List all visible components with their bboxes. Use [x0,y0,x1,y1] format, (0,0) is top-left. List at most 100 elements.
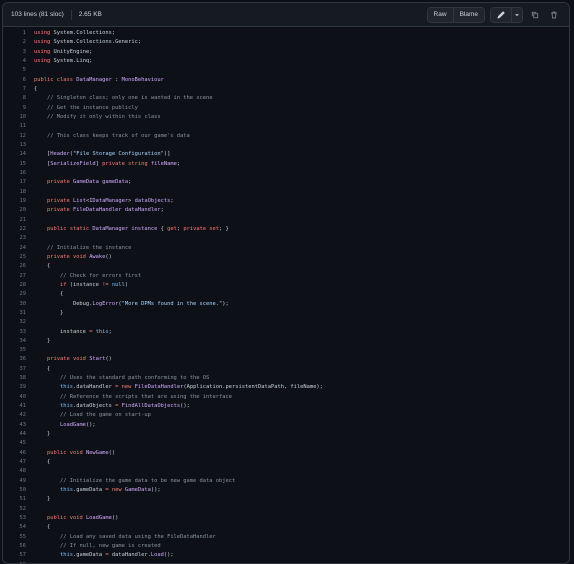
line-number[interactable]: 8 [3,94,26,103]
line-number[interactable]: 54 [3,523,27,532]
line-number[interactable]: 45 [3,439,27,448]
line-number[interactable]: 27 [3,272,27,281]
code-token: System.Collections; [53,30,116,36]
code-token: "More DPMs found in the scene." [121,300,223,307]
pencil-icon[interactable] [491,7,511,22]
line-number[interactable]: 3 [3,48,26,57]
line-number[interactable]: 46 [3,449,27,458]
code-line: 15 [SerializeField] private string fileN… [3,160,569,169]
line-number[interactable]: 31 [3,309,27,318]
line-number[interactable]: 17 [3,178,27,187]
line-number[interactable]: 37 [3,365,27,374]
code-token: (); [150,487,161,494]
line-number[interactable]: 16 [3,169,27,178]
line-number[interactable]: 15 [3,160,27,169]
blame-button[interactable]: Blame [452,7,484,22]
copy-icon[interactable] [528,8,542,22]
line-number[interactable]: 48 [3,467,27,476]
line-code: // Load the game on start-up [26,411,151,420]
line-number[interactable]: 25 [3,253,27,262]
line-number[interactable]: 35 [3,346,27,355]
code-token: List [72,197,86,204]
line-number[interactable]: 29 [3,290,27,299]
code-token: LoadGame [85,515,112,522]
line-number[interactable]: 41 [3,402,27,411]
code-token: Start [89,356,106,363]
line-code: // Singleton class; only one is wanted i… [26,94,213,103]
line-number[interactable]: 39 [3,383,27,392]
line-number[interactable]: 44 [3,430,27,439]
code-token: "File Storage Configuration" [72,151,164,158]
code-token: this [59,403,73,410]
chevron-down-icon[interactable] [511,7,522,22]
line-number[interactable]: 57 [3,551,27,560]
line-number[interactable]: 12 [3,132,27,141]
line-number[interactable]: 33 [3,328,27,337]
line-number[interactable]: 22 [3,225,27,234]
trash-icon[interactable] [547,8,561,22]
line-number[interactable]: 18 [3,188,27,197]
line-number[interactable]: 24 [3,244,27,253]
line-number[interactable]: 36 [3,355,27,364]
line-number[interactable]: 55 [3,533,27,542]
line-number[interactable]: 2 [3,38,26,47]
line-number[interactable]: 6 [3,76,26,85]
line-number[interactable]: 23 [3,234,27,243]
line-number[interactable]: 1 [3,29,26,38]
code-token: { [157,225,168,232]
line-number[interactable]: 14 [3,150,27,159]
line-number[interactable]: 20 [3,206,27,215]
line-number[interactable]: 53 [3,514,27,523]
line-number[interactable]: 10 [3,113,27,122]
line-number[interactable]: 28 [3,281,27,290]
code-token: SerializeField [50,160,96,167]
code-line: 23 [3,234,569,243]
line-number[interactable]: 32 [3,318,27,327]
raw-button[interactable]: Raw [427,7,453,22]
line-number[interactable]: 4 [3,57,26,66]
line-number[interactable]: 56 [3,542,27,551]
code-line: 37 { [3,365,569,374]
code-token: FileDataHandler [134,384,184,391]
line-number[interactable]: 7 [3,85,26,94]
code-token: // Check for errors first [59,272,142,279]
line-number[interactable]: 49 [3,477,27,486]
line-number[interactable]: 40 [3,393,27,402]
code-line: 25 private void Awake() [3,253,569,262]
line-number[interactable]: 50 [3,486,27,495]
line-number[interactable]: 43 [3,421,27,430]
line-number[interactable]: 21 [3,216,27,225]
line-number[interactable]: 30 [3,300,27,309]
line-code: using UnityEngine; [26,48,92,57]
line-number[interactable]: 9 [3,104,26,113]
line-number[interactable]: 34 [3,337,27,346]
line-number[interactable]: 5 [3,66,26,75]
code-token: // Initialize the game data to be new ga… [59,477,236,484]
code-line: 22 public static DataManager instance { … [3,225,569,234]
line-number[interactable]: 47 [3,458,27,467]
line-number[interactable]: 13 [3,141,27,150]
line-number[interactable]: 11 [3,122,27,131]
code-token: .gameData [72,487,106,494]
line-code: using System.Collections; [26,29,115,38]
line-code: this.gameData = new GameData(); [26,486,161,495]
code-token: // Reference the scripts that are using … [59,393,232,400]
line-number[interactable]: 52 [3,505,27,514]
line-number[interactable]: 19 [3,197,27,206]
line-number[interactable]: 42 [3,411,27,420]
line-number[interactable]: 51 [3,495,27,504]
line-number[interactable]: 26 [3,262,27,271]
code-line: 35 [3,346,569,355]
line-number[interactable]: 38 [3,374,27,383]
code-token: )] [163,151,171,158]
code-line: 4 using System.Linq; [3,57,569,66]
